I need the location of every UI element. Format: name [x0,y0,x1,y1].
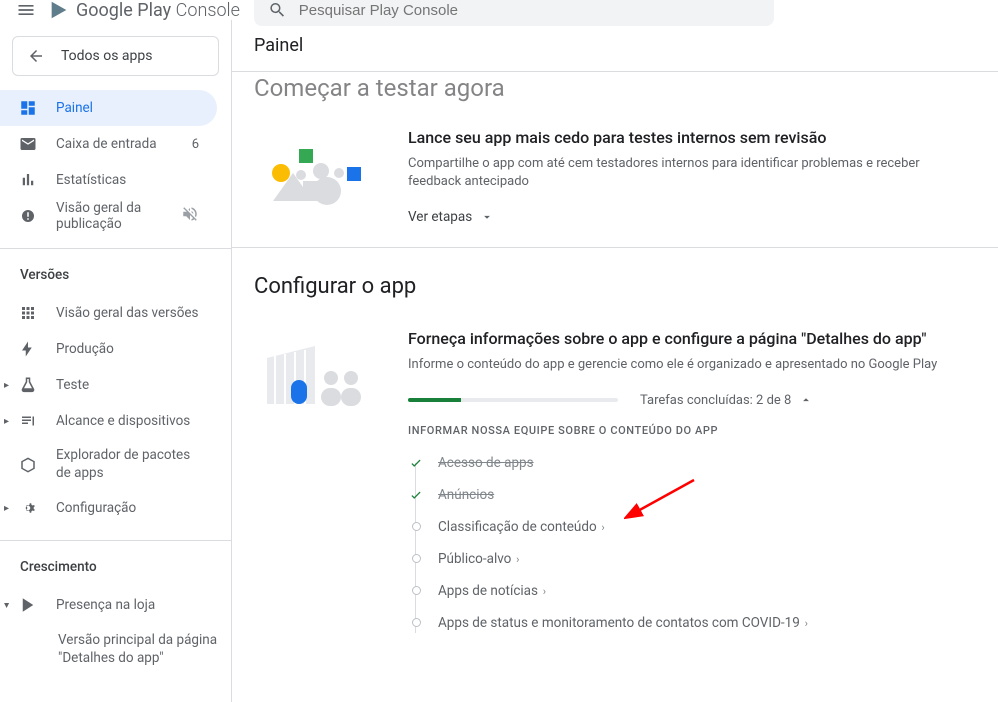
expand-caret-icon: ▸ [4,503,9,514]
circle-icon [408,583,424,599]
sidebar-item-reach[interactable]: ▸ Alcance e dispositivos [0,403,217,439]
task-label: Classificação de conteúdo › [438,519,605,535]
sidebar-item-pub-overview[interactable]: Visão geral da publicação [0,198,217,234]
sidebar-item-label: Painel [56,100,199,116]
inbox-count-badge: 6 [192,137,199,152]
inbox-icon [18,135,38,153]
divider [232,247,998,248]
sidebar-item-setup[interactable]: ▸ Configuração [0,490,217,526]
page-title-row: Painel [232,20,998,72]
task-item-ads[interactable]: Anúncios [408,479,976,511]
progress-row: Tarefas concluídas: 2 de 8 [408,393,976,408]
sidebar-section-crescimento: Crescimento [0,549,231,581]
expand-caret-icon: ▸ [1,603,12,608]
sidebar-item-store-presence[interactable]: ▸ Presença na loja [0,587,217,623]
publish-icon [18,207,38,225]
app-header: Google Play Console [0,0,998,20]
task-label: Apps de status e monitoramento de contat… [438,615,808,631]
task-label: Anúncios [438,487,494,503]
task-label: Apps de notícias › [438,583,546,599]
sidebar-item-testing[interactable]: ▸ Teste [0,367,217,403]
page-title: Painel [254,35,303,56]
menu-icon[interactable] [16,0,36,20]
task-label: Acesso de apps [438,455,534,471]
sidebar-item-inbox[interactable]: Caixa de entrada 6 [0,126,217,162]
gear-icon [18,499,38,517]
expand-caret-icon: ▸ [4,380,9,391]
task-item-target-audience[interactable]: Público-alvo › [408,543,976,575]
expand-caret-icon: ▸ [4,416,9,427]
devices-icon [18,412,38,430]
card-description: Compartilhe o app com até cem testadores… [408,155,976,191]
card-description: Informe o conteúdo do app e gerencie com… [408,356,976,374]
sidebar-item-label: Explorador de pacotes de apps [56,447,199,482]
card-internal-testing: Lance seu app mais cedo para testes inte… [254,120,976,247]
grid-icon [18,304,38,322]
sidebar-item-label: Alcance e dispositivos [56,413,199,429]
sidebar-item-releases-overview[interactable]: Visão geral das versões [0,295,217,331]
illustration-setup [254,329,384,419]
ver-etapas-label: Ver etapas [408,209,472,225]
task-list: Acesso de apps Anúncios Classificação de… [408,447,976,639]
sidebar-item-label: Produção [56,341,199,357]
arrow-left-icon [27,47,45,65]
task-label: Público-alvo › [438,551,519,567]
check-icon [408,455,424,471]
tasks-heading: INFORMAR NOSSA EQUIPE SOBRE O CONTEÚDO D… [408,424,976,437]
task-item-content-rating[interactable]: Classificação de conteúdo › [408,511,976,543]
card-title: Lance seu app mais cedo para testes inte… [408,128,976,147]
sidebar-item-label: Presença na loja [56,597,199,613]
ver-etapas-button[interactable]: Ver etapas [408,209,494,225]
muted-icon [181,205,199,227]
sidebar-section-versoes: Versões [0,257,231,289]
main-content: Painel Começar a testar agora [232,20,998,702]
search-bar[interactable] [254,0,774,26]
all-apps-label: Todos os apps [61,48,153,64]
search-icon [268,0,287,20]
sidebar-item-bundle-explorer[interactable]: Explorador de pacotes de apps [0,439,217,490]
store-icon [18,596,38,614]
flask-icon [18,376,38,394]
search-input[interactable] [299,2,760,19]
stats-icon [18,171,38,189]
logo[interactable]: Google Play Console [48,0,240,21]
task-item-news-apps[interactable]: Apps de notícias › [408,575,976,607]
rocket-icon [18,340,38,358]
sidebar-subitem-main-store-listing[interactable]: Versão principal da página "Detalhes do … [0,623,231,675]
progress-text: Tarefas concluídas: 2 de 8 [640,393,791,408]
section-title-testing: Começar a testar agora [254,74,976,102]
task-item-app-access[interactable]: Acesso de apps [408,447,976,479]
circle-icon [408,519,424,535]
progress-bar [408,398,618,402]
task-item-covid[interactable]: Apps de status e monitoramento de contat… [408,607,976,639]
section-title-setup: Configurar o app [254,274,976,299]
progress-toggle[interactable]: Tarefas concluídas: 2 de 8 [640,393,813,408]
sidebar-item-stats[interactable]: Estatísticas [0,162,217,198]
check-icon [408,487,424,503]
sidebar-item-label: Estatísticas [56,172,199,188]
play-logo-icon [48,0,70,21]
sidebar-item-label: Visão geral das versões [56,305,199,321]
chevron-down-icon [480,210,494,224]
sidebar-item-label: Caixa de entrada [56,136,174,152]
illustration-testing [254,128,384,218]
package-icon [18,456,38,474]
sidebar-item-label: Visão geral da publicação [56,200,163,232]
card-title: Forneça informações sobre o app e config… [408,329,976,348]
circle-icon [408,615,424,631]
sidebar-item-production[interactable]: Produção [0,331,217,367]
logo-text: Google Play Console [76,0,240,21]
sidebar: Todos os apps Painel Caixa de entrada 6 … [0,20,232,702]
card-app-setup: Forneça informações sobre o app e config… [254,321,976,660]
chevron-up-icon [799,393,813,407]
all-apps-button[interactable]: Todos os apps [12,36,219,76]
progress-fill [408,398,461,402]
dashboard-icon [18,99,38,117]
sidebar-item-painel[interactable]: Painel [0,90,217,126]
sidebar-item-label: Teste [56,377,199,393]
circle-icon [408,551,424,567]
sidebar-item-label: Configuração [56,500,199,516]
